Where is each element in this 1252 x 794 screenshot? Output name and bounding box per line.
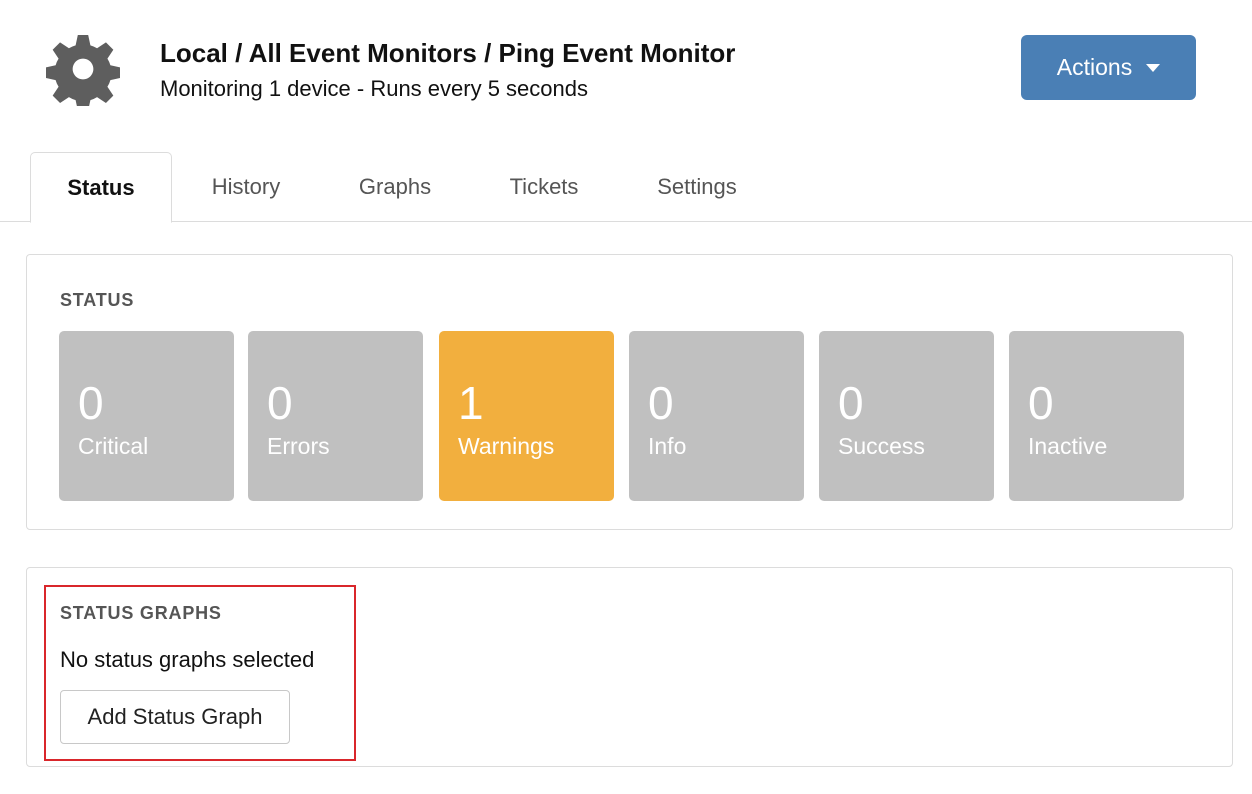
status-section-label: STATUS xyxy=(60,290,135,310)
gear-icon xyxy=(46,34,120,106)
tile-count: 0 xyxy=(78,377,104,429)
tab-settings[interactable]: Settings xyxy=(636,152,758,222)
status-graphs-panel: STATUS GRAPHS No status graphs selected … xyxy=(26,567,1233,767)
status-tile-info[interactable]: 0 Info xyxy=(629,331,804,501)
tile-label: Info xyxy=(648,433,687,459)
tab-bar: Status History Graphs Tickets Settings xyxy=(0,152,1252,223)
tile-count: 0 xyxy=(267,377,293,429)
page-subtitle: Monitoring 1 device - Runs every 5 secon… xyxy=(160,76,588,101)
page-title: Local / All Event Monitors / Ping Event … xyxy=(160,38,736,68)
status-panel: STATUS 0 Critical 0 Errors 1 Warnings 0 … xyxy=(26,254,1233,530)
tile-label: Warnings xyxy=(458,433,555,459)
tile-count: 1 xyxy=(458,377,484,429)
tab-status[interactable]: Status xyxy=(30,152,172,223)
status-graphs-section-label: STATUS GRAPHS xyxy=(60,603,222,623)
tile-label: Inactive xyxy=(1028,433,1108,459)
status-tile-warnings[interactable]: 1 Warnings xyxy=(439,331,614,501)
tile-count: 0 xyxy=(838,377,864,429)
tab-tickets[interactable]: Tickets xyxy=(490,152,598,222)
add-status-graph-button[interactable]: Add Status Graph xyxy=(60,690,290,744)
status-tile-inactive[interactable]: 0 Inactive xyxy=(1009,331,1184,501)
tile-label: Errors xyxy=(267,433,330,459)
empty-state-text: No status graphs selected xyxy=(60,647,315,672)
tile-count: 0 xyxy=(1028,377,1054,429)
status-tile-critical[interactable]: 0 Critical xyxy=(59,331,234,501)
tab-graphs[interactable]: Graphs xyxy=(340,152,450,222)
status-tile-success[interactable]: 0 Success xyxy=(819,331,994,501)
page-header: Local / All Event Monitors / Ping Event … xyxy=(0,0,1252,150)
actions-button-label: Actions xyxy=(1056,54,1133,80)
tile-label: Critical xyxy=(78,433,149,459)
status-tile-errors[interactable]: 0 Errors xyxy=(248,331,423,501)
tile-label: Success xyxy=(838,433,925,459)
tile-count: 0 xyxy=(648,377,674,429)
tab-history[interactable]: History xyxy=(190,152,302,222)
actions-button[interactable]: Actions xyxy=(1021,35,1196,100)
caret-down-icon xyxy=(1146,63,1161,72)
